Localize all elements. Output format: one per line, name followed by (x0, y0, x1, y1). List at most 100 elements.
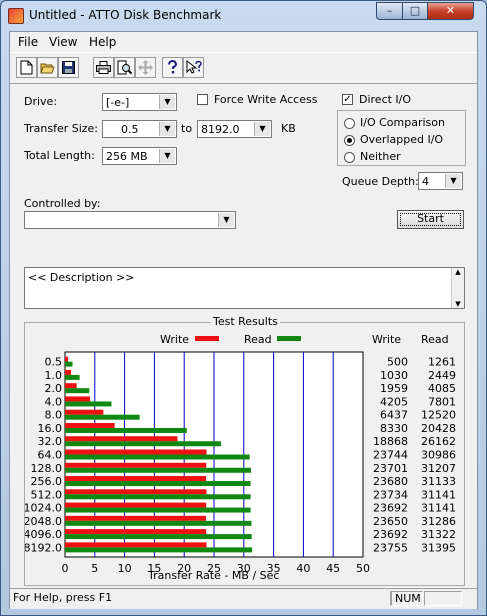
read-value-label: 12520 (421, 409, 456, 422)
queue-depth-select[interactable]: 4 ▼ (418, 172, 463, 190)
read-value-label: 31395 (421, 541, 456, 554)
write-bar (65, 396, 91, 402)
read-bar (65, 520, 252, 526)
drive-label: Drive: (24, 95, 58, 108)
start-button[interactable]: Start (397, 210, 464, 229)
read-bar (65, 427, 187, 433)
read-bar (65, 534, 252, 540)
y-tick-label: 4096.0 (25, 528, 62, 541)
neither-radio[interactable] (344, 152, 355, 163)
app-icon (8, 8, 24, 24)
transfer-from-select[interactable]: 0.5 ▼ (102, 120, 177, 138)
kb-label: KB (281, 122, 296, 135)
minimize-button[interactable]: – (376, 2, 403, 20)
write-bar (65, 489, 207, 495)
open-button[interactable] (37, 57, 58, 78)
read-bar (65, 467, 251, 473)
description-box[interactable]: << Description >> ▲ ▼ (24, 267, 465, 309)
toolbar (10, 52, 477, 84)
write-value-label: 1030 (380, 369, 408, 382)
app-window: Untitled - ATTO Disk Benchmark – □ ✕ Fil… (0, 0, 487, 616)
write-value-label: 8330 (380, 422, 408, 435)
write-bar (65, 449, 207, 455)
drive-select[interactable]: [-e-] ▼ (102, 93, 177, 111)
close-button[interactable]: ✕ (427, 2, 474, 20)
io-comparison-radio[interactable] (344, 118, 355, 129)
direct-io-label: Direct I/O (359, 93, 412, 106)
save-button[interactable] (58, 57, 79, 78)
context-help-button[interactable] (183, 57, 204, 78)
read-bar (65, 494, 251, 500)
direct-io-checkbox[interactable]: ✓ (342, 94, 353, 105)
chevron-down-icon[interactable]: ▼ (218, 213, 234, 227)
write-value-label: 4205 (380, 395, 408, 408)
read-value-label: 31133 (421, 475, 456, 488)
y-tick-label: 0.5 (45, 356, 63, 369)
write-bar (65, 422, 115, 428)
overlapped-io-radio[interactable] (344, 135, 355, 146)
scroll-down-icon[interactable]: ▼ (452, 300, 464, 308)
status-num-panel: NUM (391, 591, 423, 606)
force-write-checkbox[interactable] (197, 94, 208, 105)
print-button[interactable] (93, 57, 114, 78)
write-bar (65, 476, 207, 482)
menu-help[interactable]: Help (89, 35, 116, 49)
chevron-down-icon[interactable]: ▼ (159, 149, 175, 163)
menu-view[interactable]: View (49, 35, 77, 49)
y-tick-label: 2048.0 (25, 515, 62, 528)
scroll-up-icon[interactable]: ▲ (452, 268, 464, 276)
write-value-label: 1959 (380, 382, 408, 395)
write-bar (65, 515, 206, 521)
write-value-label: 23734 (373, 488, 408, 501)
write-bar (65, 462, 207, 468)
controlled-by-select[interactable]: ▼ (24, 211, 236, 229)
print-preview-button[interactable] (114, 57, 135, 78)
write-value-label: 23755 (373, 541, 408, 554)
chevron-down-icon[interactable]: ▼ (159, 95, 175, 109)
read-bar (65, 481, 251, 487)
title-bar[interactable]: Untitled - ATTO Disk Benchmark – □ ✕ (1, 1, 486, 29)
y-tick-label: 64.0 (38, 449, 63, 462)
read-value-label: 4085 (428, 382, 456, 395)
io-mode-group: I/O Comparison Overlapped I/O Neither (337, 110, 466, 166)
io-comparison-label: I/O Comparison (360, 116, 445, 129)
read-value-label: 31207 (421, 462, 456, 475)
write-value-label: 23692 (373, 528, 408, 541)
transfer-rate-chart: 0 5 10 15 20 25 30 35 40 45 500.5 500 12611.0 1030 244… (25, 351, 456, 575)
transfer-to-select[interactable]: 8192.0 ▼ (197, 120, 272, 138)
total-length-select[interactable]: 256 MB ▼ (102, 147, 177, 165)
y-tick-label: 8192.0 (25, 541, 62, 554)
write-bar (65, 529, 207, 535)
maximize-button[interactable]: □ (402, 2, 428, 20)
read-bar (65, 388, 90, 394)
drive-value: [-e-] (106, 96, 130, 109)
write-value-label: 23701 (373, 462, 408, 475)
chevron-down-icon[interactable]: ▼ (254, 122, 270, 136)
write-value-label: 6437 (380, 409, 408, 422)
read-value-label: 31141 (421, 502, 456, 515)
write-value-label: 23650 (373, 515, 408, 528)
read-bar (65, 374, 80, 380)
write-value-label: 23744 (373, 449, 408, 462)
description-scrollbar[interactable]: ▲ ▼ (451, 268, 464, 308)
y-tick-label: 16.0 (38, 422, 63, 435)
read-bar (65, 361, 73, 367)
x-tick-label: 0 (62, 562, 69, 575)
chevron-down-icon[interactable]: ▼ (445, 174, 461, 188)
window-title: Untitled - ATTO Disk Benchmark (29, 8, 222, 22)
new-button[interactable] (16, 57, 37, 78)
x-tick-label: 45 (326, 562, 340, 575)
read-value-label: 20428 (421, 422, 456, 435)
write-bar (65, 436, 178, 442)
menu-file[interactable]: File (18, 35, 38, 49)
read-bar (65, 507, 251, 513)
read-value-label: 2449 (428, 369, 456, 382)
x-tick-label: 50 (356, 562, 370, 575)
read-value-label: 1261 (428, 356, 456, 369)
read-bar (65, 454, 250, 460)
help-button[interactable] (162, 57, 183, 78)
move-button[interactable] (135, 57, 156, 78)
chevron-down-icon[interactable]: ▼ (159, 122, 175, 136)
force-write-label: Force Write Access (214, 93, 318, 106)
read-value-label: 31286 (421, 515, 456, 528)
